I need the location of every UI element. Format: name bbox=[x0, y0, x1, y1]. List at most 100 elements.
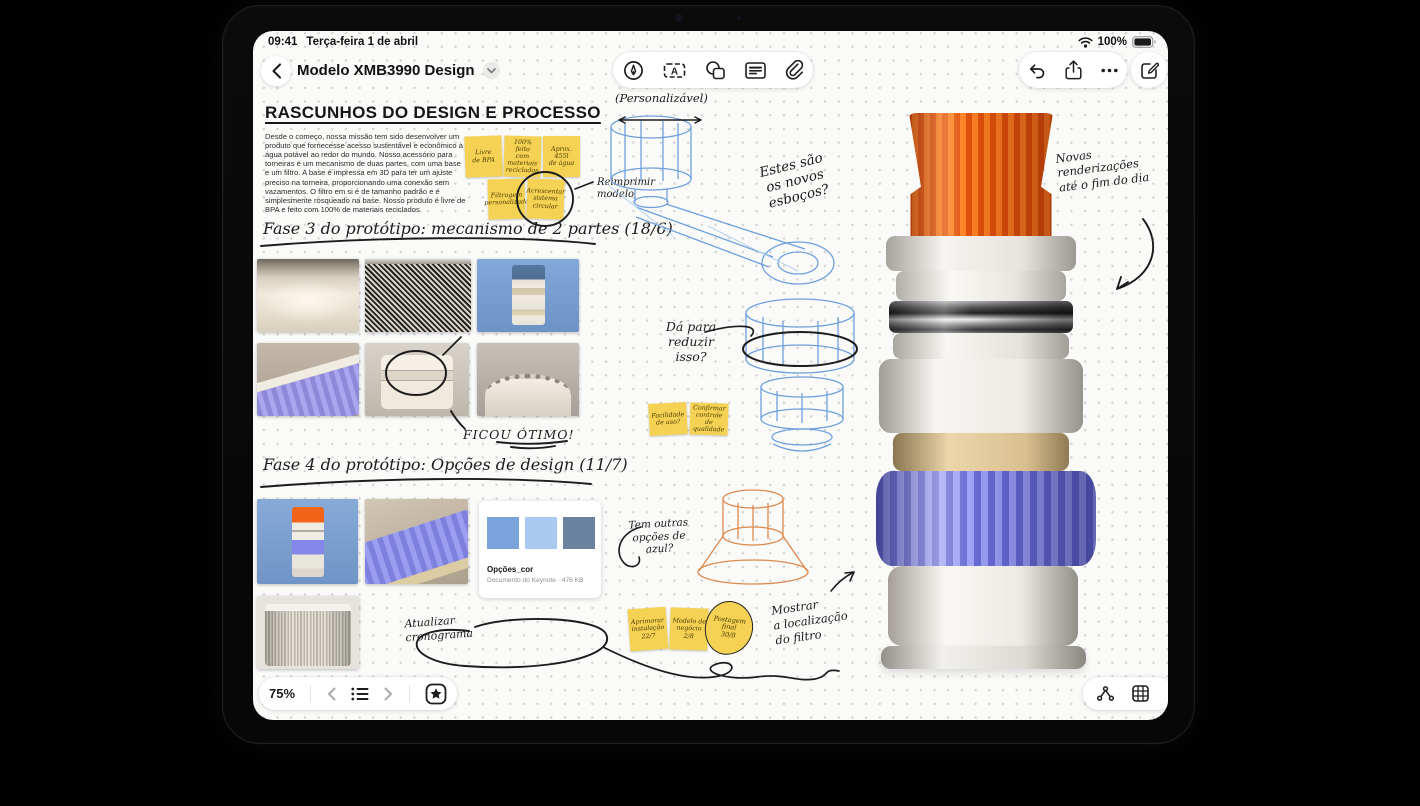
view-options-bar bbox=[1083, 677, 1168, 710]
sticky-note[interactable]: Facilidade de uso? bbox=[648, 402, 688, 436]
prototype-photo-5[interactable] bbox=[365, 343, 469, 416]
chevron-right-icon bbox=[384, 687, 393, 701]
render-beige-ring bbox=[893, 433, 1069, 471]
sticky-note[interactable]: Modelo de negócio 2/8 bbox=[669, 607, 708, 650]
battery-icon bbox=[1132, 36, 1156, 48]
new-board-button[interactable] bbox=[1131, 52, 1167, 88]
shapes-icon bbox=[705, 60, 726, 80]
design-photo-8[interactable] bbox=[365, 499, 468, 584]
handwritten-note[interactable]: Estes são os novos esboços? bbox=[741, 146, 850, 217]
actions-toolbar bbox=[1019, 52, 1127, 88]
prototype-photo-2[interactable] bbox=[365, 259, 471, 332]
note-tool-button[interactable] bbox=[745, 62, 766, 79]
photo-product-silhouette bbox=[485, 374, 571, 416]
connect-button[interactable] bbox=[1097, 686, 1114, 701]
divider bbox=[409, 685, 410, 703]
favorites-button[interactable] bbox=[425, 683, 447, 705]
navigation-bar: 75% bbox=[259, 677, 457, 710]
photo-product-silhouette bbox=[381, 355, 453, 409]
file-meta: Documento do Keynote · 476 KB bbox=[487, 577, 583, 584]
undo-button[interactable] bbox=[1028, 62, 1047, 79]
handwritten-note[interactable]: Dá para reduzir isso? bbox=[651, 319, 731, 364]
grid-toggle-button[interactable] bbox=[1132, 685, 1149, 702]
prototype-photo-3[interactable] bbox=[477, 259, 579, 332]
handwritten-note[interactable]: Atualizar cronograma bbox=[404, 613, 473, 645]
next-board-button[interactable] bbox=[384, 687, 393, 701]
chevron-down-icon bbox=[487, 68, 496, 74]
render-base-flange bbox=[881, 646, 1086, 669]
chevron-left-icon bbox=[327, 687, 336, 701]
zoom-level-button[interactable]: 75% bbox=[269, 686, 295, 701]
page-title: Modelo XMB3990 Design bbox=[297, 62, 475, 79]
insert-toolbar: A bbox=[613, 52, 813, 88]
more-button[interactable] bbox=[1101, 68, 1118, 73]
prototype-photo-1[interactable] bbox=[257, 259, 359, 332]
attachment-button[interactable] bbox=[785, 60, 803, 80]
prototype-photo-4[interactable] bbox=[257, 343, 359, 416]
status-bar: 09:41 Terça-feira 1 de abril 100% bbox=[253, 36, 1168, 52]
sticky-note[interactable]: Aprimorar instalação 22/7 bbox=[628, 607, 669, 652]
back-chevron-icon bbox=[271, 63, 282, 79]
ipad-device: 09:41 Terça-feira 1 de abril 100% bbox=[222, 5, 1195, 744]
draw-tool-button[interactable] bbox=[623, 60, 644, 81]
note-card-icon bbox=[745, 62, 766, 79]
color-swatch-blue bbox=[487, 517, 519, 549]
handwritten-note[interactable]: (Personalizável) bbox=[615, 91, 708, 105]
wifi-icon bbox=[1078, 37, 1093, 48]
text-tool-glyph: A bbox=[671, 66, 678, 77]
connected-nodes-icon bbox=[1097, 686, 1114, 701]
freeform-canvas[interactable]: 09:41 Terça-feira 1 de abril 100% bbox=[253, 31, 1168, 720]
paperclip-icon bbox=[785, 60, 803, 80]
sticky-note-cloud[interactable]: Postagem final 30/8 bbox=[702, 599, 755, 658]
marker-pen-icon bbox=[623, 60, 644, 81]
ficou-otimo-note[interactable]: FICOU ÓTIMO! bbox=[463, 427, 575, 442]
date: Terça-feira 1 de abril bbox=[306, 36, 418, 48]
sticky-note[interactable]: Acrescentar sistema circular bbox=[526, 178, 564, 219]
front-camera bbox=[675, 14, 683, 22]
handwritten-note[interactable]: Reimprimir modelo bbox=[597, 177, 655, 201]
previous-board-button[interactable] bbox=[327, 687, 336, 701]
handwritten-note[interactable]: Mostrar a localização do filtro bbox=[770, 591, 870, 649]
text-tool-button[interactable]: A bbox=[663, 61, 686, 80]
photo-product-silhouette bbox=[292, 507, 324, 577]
compose-icon bbox=[1140, 61, 1159, 80]
sticky-note[interactable]: 100% feito com materiais reciclados bbox=[503, 136, 541, 178]
title-menu-button[interactable] bbox=[483, 62, 500, 79]
camera-sensor bbox=[737, 16, 741, 20]
boards-list-button[interactable] bbox=[351, 687, 369, 701]
shapes-tool-button[interactable] bbox=[705, 60, 726, 80]
star-badge-icon bbox=[425, 683, 447, 705]
render-orange-cap bbox=[906, 113, 1056, 236]
share-button[interactable] bbox=[1065, 60, 1082, 80]
board-title-group[interactable]: Modelo XMB3990 Design bbox=[297, 62, 500, 79]
divider bbox=[310, 685, 311, 703]
keynote-file-card[interactable]: Opções_cor Documento do Keynote · 476 KB bbox=[479, 501, 601, 598]
text-box-icon: A bbox=[663, 61, 686, 80]
ellipsis-icon bbox=[1101, 68, 1118, 73]
color-swatch-lightblue bbox=[525, 517, 557, 549]
render-white-band bbox=[893, 333, 1069, 359]
back-button[interactable] bbox=[261, 56, 291, 86]
design-photo-7[interactable] bbox=[257, 499, 358, 584]
intro-paragraph[interactable]: Desde o começo, nossa missão tem sido de… bbox=[265, 132, 466, 214]
design-heading[interactable]: RASCUNHOS DO DESIGN E PROCESSO bbox=[265, 103, 601, 123]
undo-icon bbox=[1028, 62, 1047, 79]
render-white-base bbox=[888, 566, 1078, 646]
photo-product-silhouette bbox=[265, 604, 351, 666]
handwritten-note[interactable]: Tem outras opções de azul? bbox=[624, 516, 694, 557]
clock: 09:41 bbox=[268, 36, 297, 48]
fase4-heading[interactable]: Fase 4 do protótipo: Opções de design (1… bbox=[263, 455, 628, 474]
sticky-note[interactable]: Filtragem personalizada bbox=[487, 179, 525, 220]
fase3-heading[interactable]: Fase 3 do protótipo: mecanismo de 2 part… bbox=[263, 219, 673, 238]
sticky-note[interactable]: Livre de BPA bbox=[464, 135, 502, 177]
photo-product-silhouette bbox=[512, 265, 545, 325]
mesh-filter-photo-9[interactable] bbox=[257, 596, 359, 669]
render-white-collar bbox=[886, 236, 1076, 271]
list-icon bbox=[351, 687, 369, 701]
product-render[interactable] bbox=[873, 113, 1103, 669]
photo-product-silhouette bbox=[257, 352, 359, 416]
render-white-ring bbox=[896, 271, 1066, 301]
sticky-note[interactable]: Confirmar controle de qualidade bbox=[689, 402, 728, 435]
prototype-photo-6[interactable] bbox=[477, 343, 579, 416]
sticky-note[interactable]: Aprox. 455l de água bbox=[543, 136, 580, 177]
